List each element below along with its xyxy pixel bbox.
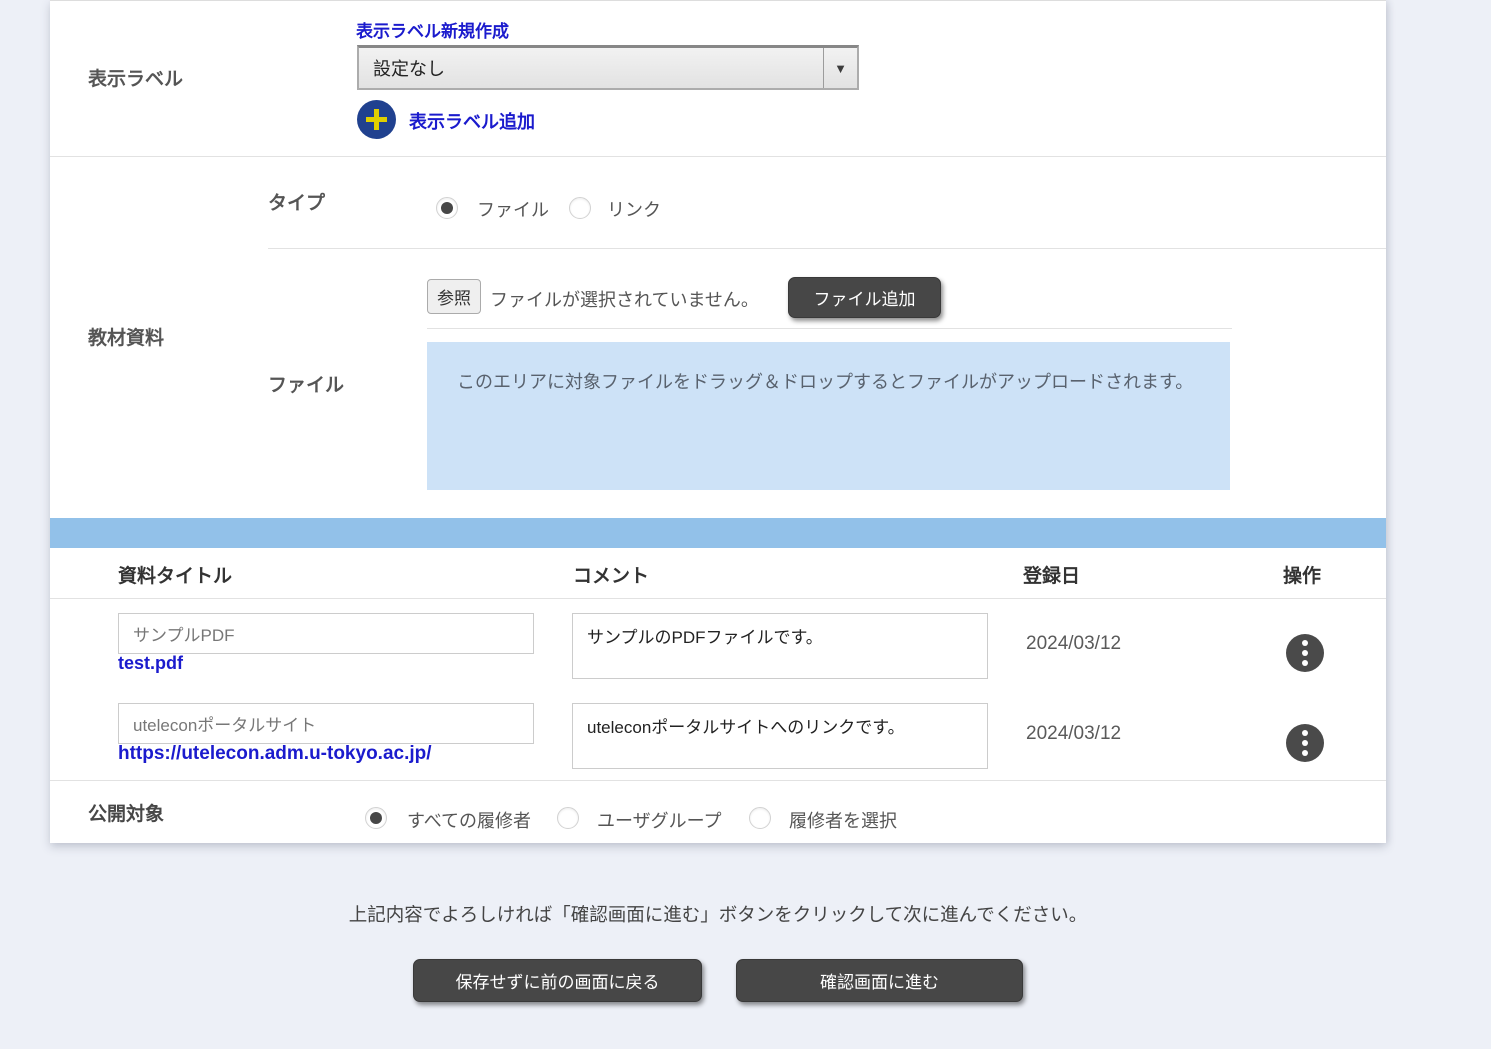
material-comment-input[interactable]: サンプルのPDFファイルです。 <box>572 613 988 679</box>
header-divider <box>50 598 1386 599</box>
file-label: ファイル <box>268 370 344 397</box>
kebab-menu-icon[interactable] <box>1286 634 1324 672</box>
display-label-row-label: 表示ラベル <box>88 64 183 91</box>
material-url-link[interactable]: https://utelecon.adm.u-tokyo.ac.jp/ <box>118 743 432 765</box>
form-panel: 表示ラベル 表示ラベル新規作成 設定なし ▼ 表示ラベル追加 教材資料 タイプ … <box>50 0 1386 843</box>
material-comment-input[interactable]: uteleconポータルサイトへのリンクです。 <box>572 703 988 769</box>
row-divider <box>50 156 1386 157</box>
publish-target-label: 公開対象 <box>88 799 164 826</box>
display-label-select-value: 設定なし <box>359 55 823 81</box>
kebab-dots <box>1302 650 1308 656</box>
file-row-divider <box>427 328 1232 329</box>
proceed-to-confirmation-button[interactable]: 確認画面に進む <box>736 959 1023 1002</box>
display-label-select[interactable]: 設定なし ▼ <box>357 45 859 90</box>
table-accent-bar <box>50 518 1386 548</box>
back-without-saving-button[interactable]: 保存せずに前の画面に戻る <box>413 959 702 1002</box>
publish-radio-all[interactable] <box>365 807 387 829</box>
publish-radio-usergroup[interactable] <box>557 807 579 829</box>
material-title-input[interactable] <box>118 613 534 654</box>
publish-radio-all-label[interactable]: すべての履修者 <box>407 807 531 833</box>
material-file-link[interactable]: test.pdf <box>118 653 183 674</box>
dropdown-arrow-icon: ▼ <box>823 48 857 88</box>
plus-icon <box>374 109 379 130</box>
type-label: タイプ <box>268 188 325 215</box>
create-display-label-link[interactable]: 表示ラベル新規作成 <box>356 17 509 42</box>
registration-date: 2024/03/12 <box>1026 633 1121 655</box>
no-file-selected-text: ファイルが選択されていません。 <box>490 286 759 312</box>
sub-divider <box>268 248 1386 249</box>
col-header-comment: コメント <box>573 561 649 588</box>
type-radio-link[interactable] <box>569 197 591 219</box>
material-row-label: 教材資料 <box>88 323 164 350</box>
confirm-instruction: 上記内容でよろしければ「確認画面に進む」ボタンをクリックして次に進んでください。 <box>50 901 1386 927</box>
publish-radio-select-label[interactable]: 履修者を選択 <box>789 807 897 833</box>
type-radio-file-label[interactable]: ファイル <box>477 196 549 222</box>
add-display-label-plus-icon[interactable] <box>357 100 396 139</box>
col-header-actions: 操作 <box>1283 561 1321 588</box>
type-radio-file[interactable] <box>436 197 458 219</box>
browse-button[interactable]: 参照 <box>427 279 481 314</box>
type-radio-link-label[interactable]: リンク <box>607 196 661 222</box>
col-header-title: 資料タイトル <box>118 561 232 588</box>
kebab-menu-icon[interactable] <box>1286 724 1324 762</box>
row-divider <box>50 780 1386 781</box>
add-display-label-link[interactable]: 表示ラベル追加 <box>409 108 535 134</box>
publish-radio-usergroup-label[interactable]: ユーザグループ <box>597 807 722 833</box>
publish-radio-select[interactable] <box>749 807 771 829</box>
add-file-button[interactable]: ファイル追加 <box>788 277 941 318</box>
material-title-input[interactable] <box>118 703 534 744</box>
registration-date: 2024/03/12 <box>1026 723 1121 745</box>
page: 表示ラベル 表示ラベル新規作成 設定なし ▼ 表示ラベル追加 教材資料 タイプ … <box>0 0 1491 1049</box>
kebab-dots <box>1302 740 1308 746</box>
file-dropzone[interactable]: このエリアに対象ファイルをドラッグ＆ドロップするとファイルがアップロードされます… <box>427 342 1230 490</box>
col-header-date: 登録日 <box>1023 561 1080 588</box>
